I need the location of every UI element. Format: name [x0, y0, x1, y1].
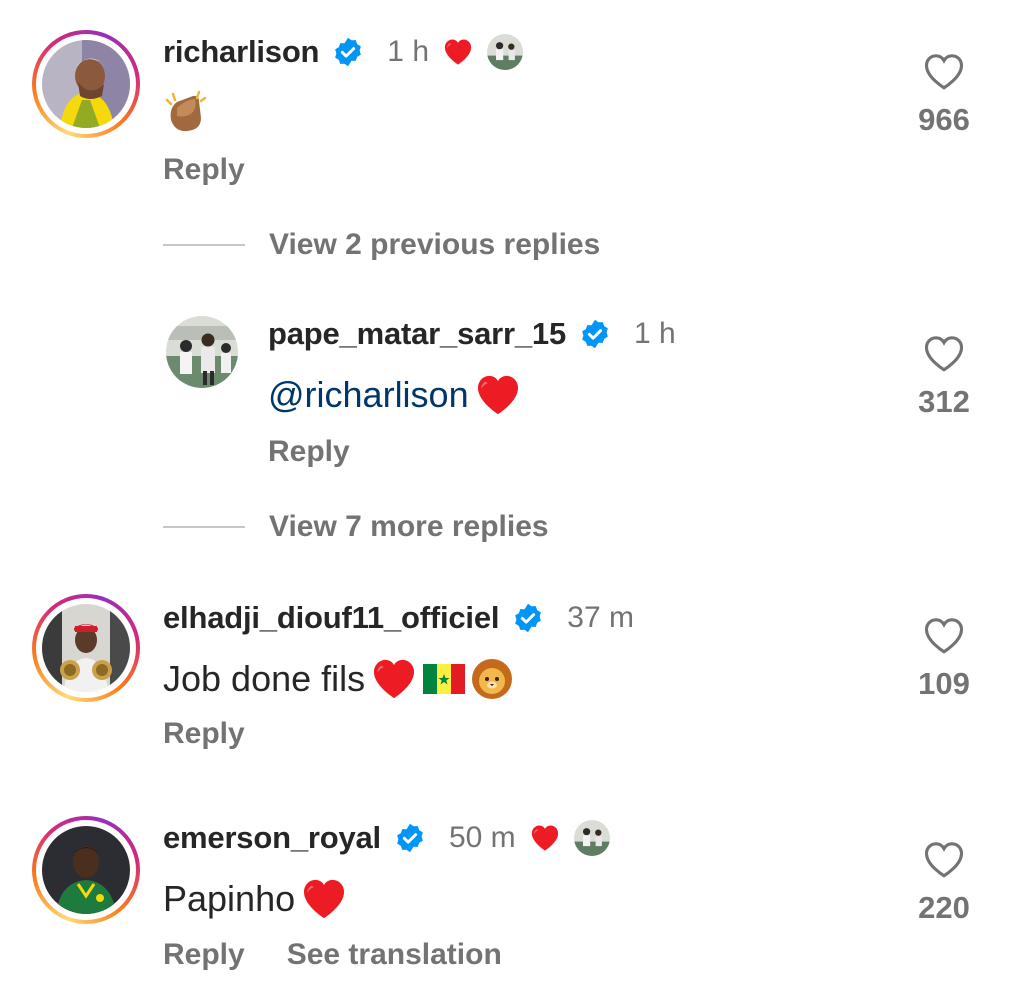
comment-body: Papinho [163, 878, 296, 919]
comment-text [163, 90, 209, 134]
comment-text: Job done fils [163, 658, 513, 700]
like-count: 220 [918, 890, 970, 925]
username[interactable]: richarlison [163, 34, 319, 70]
comment-elhadji-diouf: elhadji_diouf11_officiel 37 m Job done f… [0, 590, 1024, 780]
view-more-replies-label[interactable]: View 7 more replies [269, 510, 549, 544]
see-translation-button[interactable]: See translation [287, 938, 502, 972]
avatar-photo [42, 40, 130, 128]
reply-row: Reply [163, 717, 245, 751]
timestamp: 1 h [387, 35, 430, 68]
comment-richarlison: richarlison 1 h Reply 966 [0, 0, 1024, 210]
timestamp: 1 h [634, 317, 676, 350]
like-count: 109 [918, 666, 970, 701]
verified-badge-icon [395, 823, 425, 853]
red-heart-icon [301, 878, 347, 920]
comment-emerson-royal: emerson_royal 50 m Papinho Reply See tra… [0, 812, 1024, 997]
avatar-elhadji-diouf[interactable] [32, 594, 140, 702]
comment-body: Job done fils [163, 658, 366, 699]
clapping-hands-icon [165, 90, 207, 132]
avatar-emerson-royal[interactable] [32, 816, 140, 924]
like-area: 966 [914, 52, 974, 138]
reply-button[interactable]: Reply [163, 717, 245, 751]
verified-badge-icon [333, 37, 363, 67]
creator-liked-avatar [487, 34, 523, 70]
avatar-photo [42, 826, 130, 914]
comment-header: emerson_royal 50 m [163, 820, 610, 856]
avatar-photo [42, 604, 130, 692]
like-count: 966 [918, 102, 970, 137]
reply-button[interactable]: Reply [163, 938, 245, 972]
reply-row: Reply See translation [163, 938, 502, 972]
like-area: 312 [914, 334, 974, 420]
red-heart-icon [475, 374, 521, 416]
reply-pape-matar-sarr: pape_matar_sarr_15 1 h @richarlison Repl… [0, 300, 1024, 490]
comment-header: elhadji_diouf11_officiel 37 m [163, 600, 634, 636]
like-count: 312 [918, 384, 970, 419]
view-previous-replies-label[interactable]: View 2 previous replies [269, 228, 600, 262]
avatar-richarlison[interactable] [32, 30, 140, 138]
reply-button[interactable]: Reply [163, 153, 245, 187]
view-more-replies[interactable]: View 7 more replies [163, 510, 549, 544]
avatar-pape-matar-sarr[interactable] [166, 316, 238, 388]
like-area: 109 [914, 616, 974, 702]
reply-thread-line [163, 526, 245, 528]
reply-row: Reply [163, 153, 245, 187]
timestamp: 50 m [448, 821, 516, 854]
senegal-flag-icon [423, 664, 466, 694]
mention-link[interactable]: @richarlison [268, 374, 469, 416]
reply-text: @richarlison [268, 374, 521, 416]
lion-face-icon [472, 659, 513, 699]
like-heart-icon[interactable] [923, 334, 965, 374]
creator-heart-icon [530, 824, 560, 852]
username[interactable]: emerson_royal [163, 820, 381, 856]
like-heart-icon[interactable] [923, 616, 965, 656]
reply-button[interactable]: Reply [268, 435, 350, 469]
verified-badge-icon [513, 603, 543, 633]
view-previous-replies[interactable]: View 2 previous replies [163, 228, 600, 262]
reply-row: Reply [268, 435, 350, 469]
username[interactable]: pape_matar_sarr_15 [268, 316, 566, 352]
verified-badge-icon [580, 319, 610, 349]
like-area: 220 [914, 840, 974, 926]
creator-heart-icon [443, 38, 473, 66]
username[interactable]: elhadji_diouf11_officiel [163, 600, 499, 636]
like-heart-icon[interactable] [923, 52, 965, 92]
red-heart-icon [371, 658, 417, 700]
reply-thread-line [163, 244, 245, 246]
timestamp: 37 m [567, 601, 634, 634]
like-heart-icon[interactable] [923, 840, 965, 880]
comment-text: Papinho [163, 878, 347, 920]
reply-header: pape_matar_sarr_15 1 h [268, 316, 676, 352]
creator-liked-avatar [574, 820, 610, 856]
comment-header: richarlison 1 h [163, 34, 523, 70]
